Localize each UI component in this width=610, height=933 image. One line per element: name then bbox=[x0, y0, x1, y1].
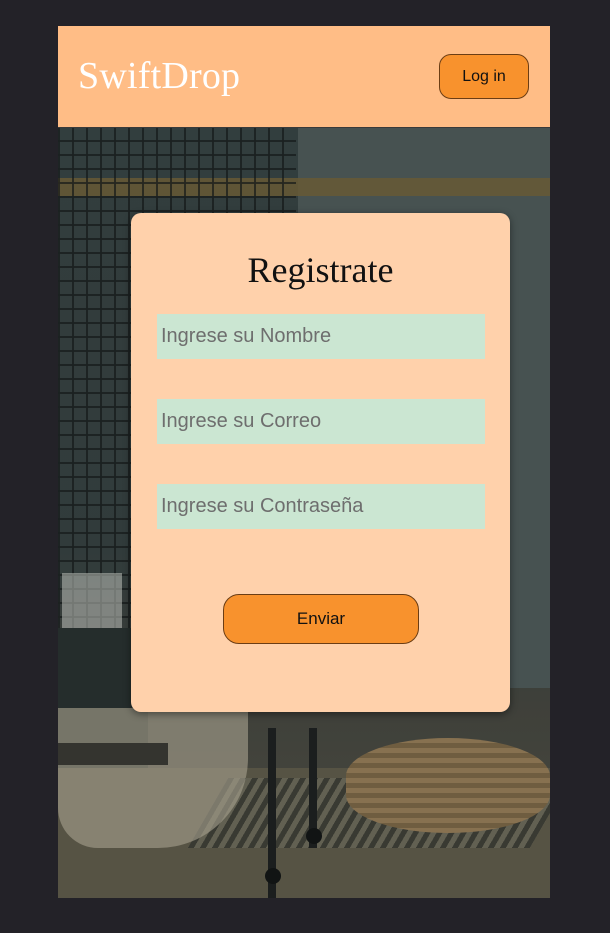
brand-logo[interactable]: SwiftDrop bbox=[78, 54, 240, 98]
name-input[interactable] bbox=[157, 314, 485, 359]
app-viewport: SwiftDrop Log in Registrate Enviar bbox=[58, 26, 550, 898]
top-header: SwiftDrop Log in bbox=[58, 26, 550, 128]
submit-button[interactable]: Enviar bbox=[223, 594, 419, 644]
register-form-card: Registrate Enviar bbox=[131, 213, 510, 712]
password-input[interactable] bbox=[157, 484, 485, 529]
form-title: Registrate bbox=[247, 250, 394, 290]
login-button[interactable]: Log in bbox=[439, 54, 529, 99]
email-input[interactable] bbox=[157, 399, 485, 444]
